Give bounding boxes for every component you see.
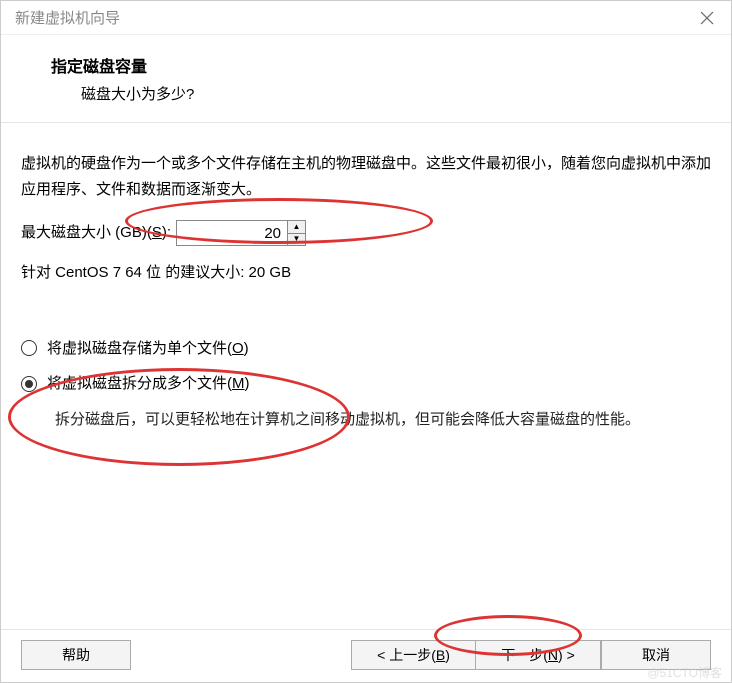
disk-size-input[interactable] [177,221,287,245]
spinner-down-button[interactable]: ▼ [288,234,305,246]
disk-size-label-pre: 最大磁盘大小 (GB)( [21,224,152,241]
radio-split-files[interactable]: 将虚拟磁盘拆分成多个文件(M) [21,371,711,397]
window-title: 新建虚拟机向导 [15,7,693,28]
radio-icon [21,340,37,356]
wizard-footer: 帮助 < 上一步(B) 下一步(N) > 取消 [1,629,731,682]
disk-size-label-post: ): [162,224,171,241]
radio-single-label: 将虚拟磁盘存储为单个文件(O) [47,336,249,362]
radio-split-hotkey: M [232,375,245,392]
radio-split-pre: 将虚拟磁盘拆分成多个文件( [47,375,232,392]
wizard-header: 指定磁盘容量 磁盘大小为多少? [1,35,731,123]
back-button[interactable]: < 上一步(B) [351,640,476,670]
next-pre: 下一步( [501,647,548,663]
page-title: 指定磁盘容量 [51,53,703,77]
disk-size-hotkey: S [152,224,162,241]
help-button[interactable]: 帮助 [21,640,131,670]
disk-size-label: 最大磁盘大小 (GB)(S): [21,220,171,246]
back-hotkey: B [436,647,445,663]
radio-single-file[interactable]: 将虚拟磁盘存储为单个文件(O) [21,336,711,362]
spinner-up-button[interactable]: ▲ [288,221,305,234]
radio-single-pre: 将虚拟磁盘存储为单个文件( [47,340,232,357]
radio-split-description: 拆分磁盘后，可以更轻松地在计算机之间移动虚拟机，但可能会降低大容量磁盘的性能。 [21,407,711,433]
disk-size-spinner: ▲ ▼ [176,220,306,246]
wizard-body: 虚拟机的硬盘作为一个或多个文件存储在主机的物理磁盘中。这些文件最初很小，随着您向… [1,123,731,629]
watermark-text: @51CTO博客 [647,664,722,681]
back-post: ) [445,647,450,663]
recommended-size-text: 针对 CentOS 7 64 位 的建议大小: 20 GB [21,260,711,286]
radio-single-hotkey: O [232,340,244,357]
close-icon [700,11,714,25]
back-pre: < 上一步( [377,647,436,663]
titlebar: 新建虚拟机向导 [1,1,731,35]
radio-split-label: 将虚拟磁盘拆分成多个文件(M) [47,371,250,397]
close-button[interactable] [693,4,721,32]
radio-single-post: ) [244,340,249,357]
next-button[interactable]: 下一步(N) > [476,640,601,670]
description-text: 虚拟机的硬盘作为一个或多个文件存储在主机的物理磁盘中。这些文件最初很小，随着您向… [21,151,711,202]
radio-icon [21,376,37,392]
disk-size-row: 最大磁盘大小 (GB)(S): ▲ ▼ [21,220,711,246]
next-hotkey: N [548,647,558,663]
page-subtitle: 磁盘大小为多少? [51,83,703,104]
radio-split-post: ) [245,375,250,392]
next-post: ) > [558,647,575,663]
disk-storage-radio-group: 将虚拟磁盘存储为单个文件(O) 将虚拟磁盘拆分成多个文件(M) 拆分磁盘后，可以… [21,336,711,433]
